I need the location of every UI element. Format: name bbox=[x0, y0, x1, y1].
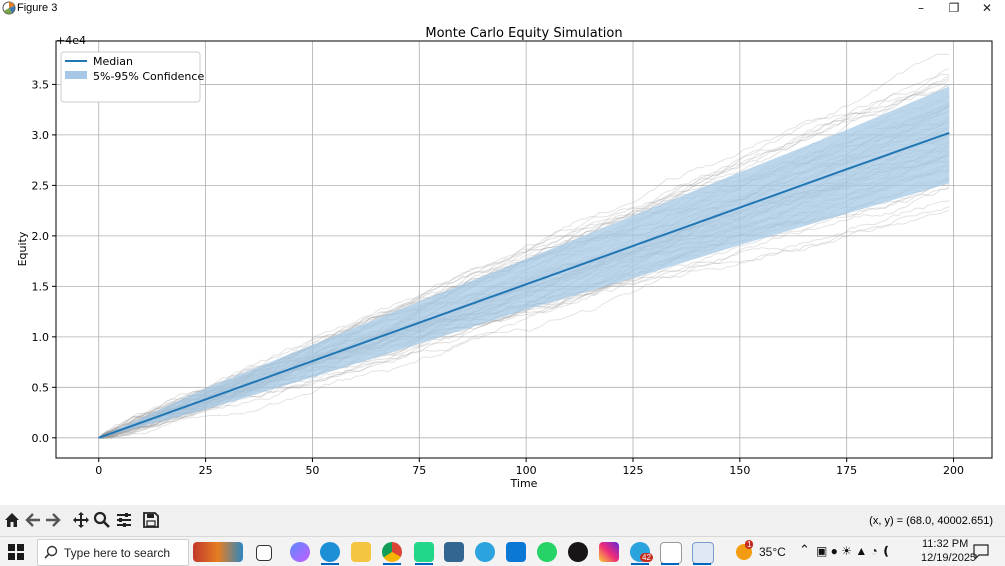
clock-date[interactable]: 12/19/2025 bbox=[921, 552, 976, 564]
y-tick-label: 1.0 bbox=[32, 331, 50, 344]
x-tick-label: 25 bbox=[199, 464, 213, 477]
chart-svg: 0 25 50 75 100 125 150 175 200 0.0 0.5 1.0 1.5 2.0 2.… bbox=[16, 26, 993, 490]
pycharm-icon[interactable] bbox=[414, 542, 434, 562]
pan-icon[interactable] bbox=[72, 511, 90, 529]
matplotlib-toolbar: (x, y) = (68.0, 40002.651) bbox=[0, 505, 1005, 536]
windows-taskbar: Type here to search 42 1 35°C ⌃ ▣ ● ☀ ▲ … bbox=[0, 536, 1005, 566]
x-tick-label: 100 bbox=[516, 464, 537, 477]
home-icon[interactable] bbox=[3, 511, 21, 529]
legend-band-label: 5%-95% Confidence bbox=[93, 70, 204, 83]
x-axis-ticks: 0 25 50 75 100 125 150 175 200 bbox=[95, 458, 964, 477]
save-icon[interactable] bbox=[142, 511, 160, 529]
window-title: Figure 3 bbox=[17, 2, 58, 14]
chevron-up-icon[interactable]: ⌃ bbox=[799, 542, 810, 558]
vscode-icon[interactable] bbox=[506, 542, 526, 562]
forward-icon[interactable] bbox=[44, 511, 62, 529]
cursor-coordinates: (x, y) = (68.0, 40002.651) bbox=[869, 515, 993, 527]
x-tick-label: 75 bbox=[412, 464, 426, 477]
restore-button[interactable]: ❐ bbox=[937, 0, 971, 17]
whatsapp-icon[interactable] bbox=[537, 542, 557, 562]
x-tick-label: 150 bbox=[729, 464, 750, 477]
chart-title: Monte Carlo Equity Simulation bbox=[425, 26, 622, 41]
file-explorer-icon[interactable] bbox=[351, 542, 371, 562]
y-axis-label: Equity bbox=[16, 231, 29, 266]
y-tick-label: 1.5 bbox=[32, 280, 50, 293]
y-tick-label: 0.5 bbox=[32, 381, 50, 394]
minimize-button[interactable]: – bbox=[904, 0, 938, 17]
search-placeholder: Type here to search bbox=[64, 546, 171, 560]
search-highlight-icon[interactable] bbox=[193, 542, 243, 562]
figure-canvas[interactable]: 0 25 50 75 100 125 150 175 200 0.0 0.5 1.0 1.5 2.0 2.… bbox=[0, 17, 1005, 504]
temperature: 35°C bbox=[759, 545, 786, 559]
y-tick-label: 2.5 bbox=[32, 179, 50, 192]
postgresql-icon[interactable] bbox=[444, 542, 464, 562]
y-tick-label: 2.0 bbox=[32, 230, 50, 243]
edge-icon[interactable] bbox=[320, 542, 340, 562]
x-tick-label: 0 bbox=[95, 464, 102, 477]
simulation-path bbox=[98, 210, 950, 439]
y-tick-label: 3.0 bbox=[32, 129, 50, 142]
matplotlib-logo-icon bbox=[2, 1, 16, 15]
legend-band-swatch bbox=[65, 71, 87, 79]
configure-icon[interactable] bbox=[115, 511, 133, 529]
legend: Median 5%-95% Confidence bbox=[60, 51, 204, 103]
window-titlebar: Figure 3 – ❐ ✕ bbox=[0, 0, 1005, 17]
tray-icons[interactable]: ▣ ● ☀ ▲ ◔ ❪ bbox=[816, 544, 891, 558]
github-icon[interactable] bbox=[568, 542, 588, 562]
notifications-icon[interactable] bbox=[973, 544, 989, 559]
median-line bbox=[98, 131, 950, 439]
x-tick-label: 200 bbox=[943, 464, 964, 477]
search-icon bbox=[44, 545, 58, 559]
x-tick-label: 175 bbox=[836, 464, 857, 477]
telegram-icon[interactable] bbox=[475, 542, 495, 562]
chrome-icon[interactable] bbox=[382, 542, 402, 562]
confidence-band bbox=[98, 86, 950, 438]
task-view-icon[interactable] bbox=[256, 545, 272, 561]
y-axis-ticks: 0.0 0.5 1.0 1.5 2.0 2.5 3.0 3.5 bbox=[32, 78, 56, 445]
windows-start-icon[interactable] bbox=[8, 544, 24, 560]
x-tick-label: 50 bbox=[305, 464, 319, 477]
matplotlib-app-icon[interactable] bbox=[660, 542, 682, 564]
x-tick-label: 125 bbox=[622, 464, 643, 477]
remote-desktop-icon[interactable] bbox=[692, 542, 714, 564]
notification-badge: 42 bbox=[640, 553, 653, 562]
zoom-icon[interactable] bbox=[93, 511, 111, 529]
legend-median-label: Median bbox=[93, 55, 133, 68]
copilot-icon[interactable] bbox=[290, 542, 310, 562]
taskbar-search-input[interactable]: Type here to search bbox=[37, 539, 189, 566]
y-tick-label: 3.5 bbox=[32, 78, 50, 91]
y-tick-label: 0.0 bbox=[32, 432, 50, 445]
clock-time[interactable]: 11:32 PM bbox=[922, 538, 968, 550]
weather-badge: 1 bbox=[745, 540, 754, 549]
back-icon[interactable] bbox=[24, 511, 42, 529]
offset-label: +4e4 bbox=[56, 34, 86, 47]
instagram-icon[interactable] bbox=[599, 542, 619, 562]
close-button[interactable]: ✕ bbox=[970, 0, 1004, 17]
x-axis-label: Time bbox=[510, 477, 538, 490]
